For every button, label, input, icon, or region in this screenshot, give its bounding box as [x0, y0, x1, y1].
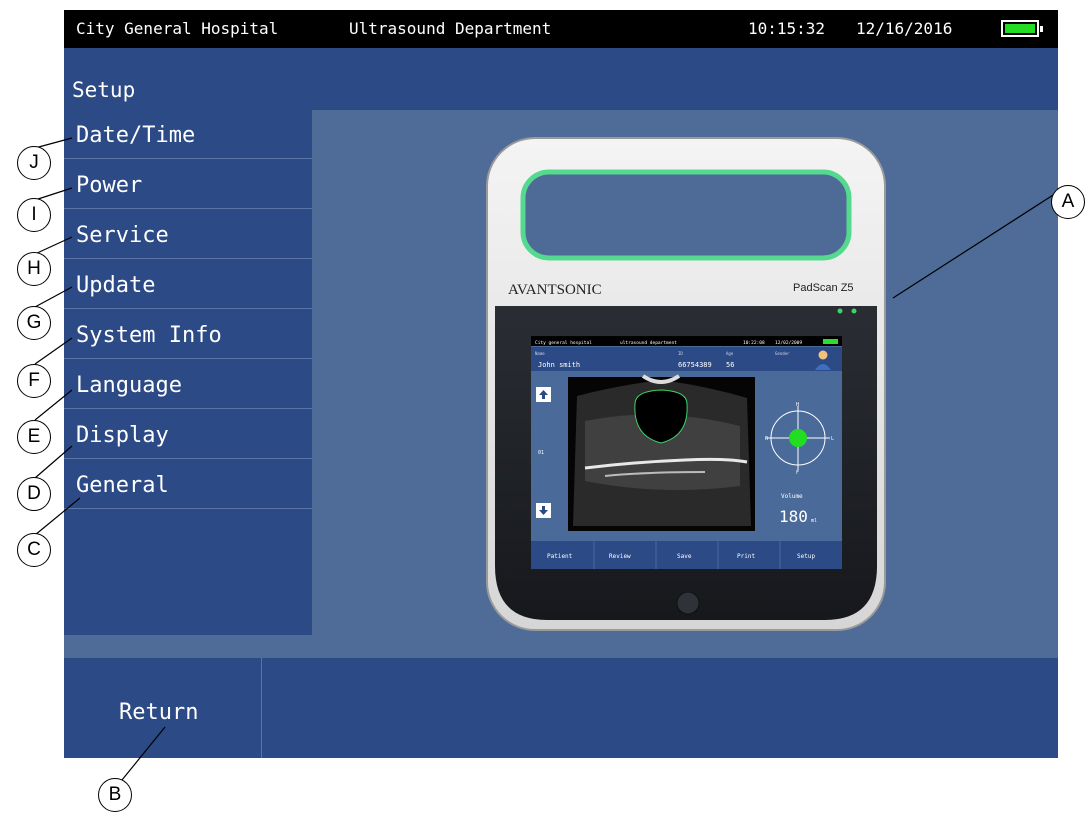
menu-item-label: General: [76, 473, 169, 498]
callout-a: A: [1051, 185, 1085, 219]
compass-h: H: [796, 402, 799, 408]
callout-j: J: [17, 146, 51, 180]
menu-item-service[interactable]: Service: [64, 210, 312, 259]
menu-item-display[interactable]: Display: [64, 410, 312, 459]
menu-item-power[interactable]: Power: [64, 160, 312, 209]
clock-time: 10:15:32: [748, 19, 826, 38]
callout-h: H: [17, 252, 51, 286]
inner-age-label: Age: [726, 351, 734, 356]
inner-department: ultrasound department: [620, 340, 677, 346]
inner-nav-print[interactable]: Print: [737, 553, 755, 560]
callout-d: D: [17, 477, 51, 511]
inner-patient-id: 66754389: [678, 361, 712, 369]
inner-hospital: City general hospital: [535, 340, 592, 346]
battery-full-icon: [1001, 20, 1043, 37]
inner-volume-value: 180: [779, 507, 808, 526]
indicator-led: [851, 308, 857, 314]
inner-nav-review[interactable]: Review: [609, 553, 631, 560]
page-title: Setup: [72, 78, 136, 102]
status-bar: City General Hospital Ultrasound Departm…: [64, 10, 1058, 48]
bottom-bar: Return: [64, 658, 1058, 758]
inner-nav-setup[interactable]: Setup: [797, 553, 815, 560]
menu-item-label: Update: [76, 273, 156, 298]
callout-b: B: [98, 778, 132, 812]
menu-item-label: Language: [76, 373, 182, 398]
return-button[interactable]: Return: [64, 658, 261, 758]
department-name: Ultrasound Department: [349, 19, 552, 38]
inner-patient-age: 56: [726, 361, 734, 369]
menu-item-label: Date/Time: [76, 123, 196, 148]
inner-volume-unit: ml: [811, 518, 817, 524]
device-inner-screen: City general hospital ultrasound departm…: [531, 336, 842, 569]
device-model: PadScan Z5: [793, 282, 854, 294]
compass-f: F: [796, 470, 799, 476]
menu-item-label: Service: [76, 223, 169, 248]
setup-menu: Date/Time Power Service Update System In…: [64, 110, 312, 635]
inner-nav-save[interactable]: Save: [677, 553, 692, 560]
inner-frame-number: 01: [538, 450, 544, 456]
menu-item-label: System Info: [76, 323, 222, 348]
device-handle-window: [520, 169, 852, 261]
menu-item-label: Power: [76, 173, 143, 198]
callout-c: C: [17, 533, 51, 567]
menu-item-label: Display: [76, 423, 169, 448]
indicator-led: [837, 308, 843, 314]
ultrasound-image: [568, 374, 755, 531]
inner-volume-label: Volume: [781, 493, 803, 500]
menu-item-language[interactable]: Language: [64, 360, 312, 409]
inner-nav-patient[interactable]: Patient: [547, 553, 573, 560]
inner-patient-name: John smith: [538, 361, 580, 369]
inner-id-label: ID: [678, 351, 683, 356]
callout-e: E: [17, 420, 51, 454]
clock-date: 12/16/2016: [856, 19, 953, 38]
device-illustration: AVANTSONIC PadScan Z5 City general hospi…: [486, 137, 886, 631]
callout-i: I: [17, 198, 51, 232]
title-bar: Setup: [64, 48, 1058, 110]
menu-item-system-info[interactable]: System Info: [64, 310, 312, 359]
home-button[interactable]: [676, 591, 700, 615]
device-brand: AVANTSONIC: [508, 282, 602, 298]
inner-name-label: Name: [535, 351, 545, 356]
compass-l: L: [831, 436, 834, 442]
inner-gender-label: Gender: [775, 351, 790, 356]
inner-date: 12/02/2009: [775, 340, 802, 346]
inner-battery-icon: [823, 339, 838, 344]
inner-time: 10:22:08: [743, 340, 765, 346]
bottom-divider: [261, 658, 262, 758]
callout-g: G: [17, 306, 51, 340]
hospital-name: City General Hospital: [76, 19, 279, 38]
menu-item-update[interactable]: Update: [64, 260, 312, 309]
return-label: Return: [119, 700, 199, 725]
menu-item-date-time[interactable]: Date/Time: [64, 110, 312, 159]
callout-f: F: [17, 364, 51, 398]
menu-item-general[interactable]: General: [64, 460, 312, 509]
